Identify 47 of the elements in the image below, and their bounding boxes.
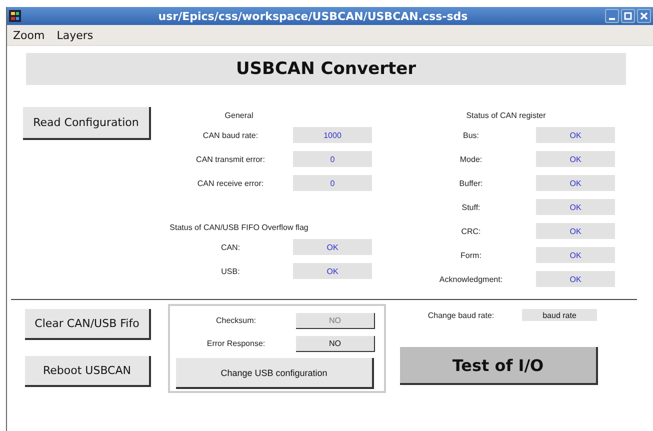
field-label: Stuff: [460, 202, 482, 212]
value-display: OK [536, 199, 615, 215]
field-label: Form: [460, 250, 482, 260]
close-button[interactable] [637, 9, 651, 23]
field-label: Change baud rate: [426, 310, 496, 320]
option-button[interactable]: NO [296, 336, 375, 352]
value-display: OK [293, 239, 372, 255]
action-button[interactable]: Clear CAN/USB Fifo [25, 309, 151, 340]
field-label: Acknowledgment: [438, 274, 504, 284]
field-label: CAN transmit error: [195, 154, 266, 164]
test-io-button[interactable]: Test of I/O [400, 347, 598, 385]
maximize-button[interactable] [621, 9, 635, 23]
menu-item[interactable]: Layers [56, 28, 94, 42]
field-label: CRC: [460, 226, 482, 236]
field-label: USB: [220, 266, 241, 276]
section-heading: Status of CAN register [465, 110, 547, 122]
value-display: OK [536, 175, 615, 191]
app-icon [9, 10, 21, 22]
close-icon [640, 12, 648, 20]
menu-item[interactable]: Zoom [13, 28, 45, 42]
value-display: 0 [293, 175, 372, 191]
maximize-icon [624, 12, 632, 20]
field-label: CAN receive error: [196, 178, 265, 188]
action-button[interactable]: Reboot USBCAN [25, 356, 151, 387]
value-display: OK [536, 247, 615, 263]
field-label: Buffer: [458, 178, 484, 188]
value-display: OK [536, 223, 615, 239]
field-label: Error Response: [206, 339, 266, 348]
change-usb-configuration-button[interactable]: Change USB configuration [176, 358, 374, 389]
read-configuration-button[interactable]: Read Configuration [23, 107, 151, 140]
value-display: 0 [293, 151, 372, 167]
section-heading: Status of CAN/USB FIFO Overflow flag [168, 222, 310, 234]
window-title: usr/Epics/css/workspace/USBCAN/USBCAN.css-sds [157, 10, 469, 22]
value-display: OK [536, 127, 615, 143]
value-display: OK [536, 271, 615, 287]
value-display: OK [293, 263, 372, 279]
value-display: OK [536, 151, 615, 167]
minimize-button[interactable] [605, 9, 619, 23]
field-label: Bus: [462, 130, 480, 140]
field-label: CAN baud rate: [202, 130, 260, 140]
section-heading: General [224, 110, 254, 122]
field-label: CAN: [220, 242, 242, 252]
field-label: Checksum: [214, 316, 257, 325]
baud-rate-field[interactable]: baud rate [522, 309, 597, 321]
page-title: USBCAN Converter [26, 53, 626, 85]
value-display: 1000 [293, 127, 372, 143]
field-label: Mode: [458, 154, 484, 164]
